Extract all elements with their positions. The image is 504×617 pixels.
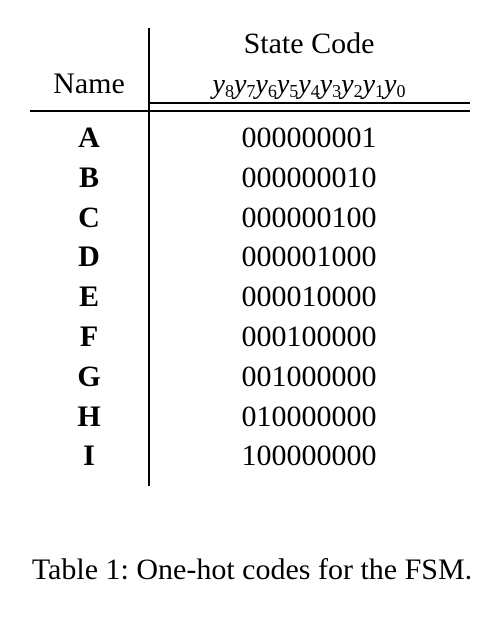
table-row: H 010000000 xyxy=(0,397,504,437)
table-row: I 100000000 xyxy=(0,436,504,476)
bit-header-4: y4 xyxy=(298,69,320,101)
table-row: G 001000000 xyxy=(0,357,504,397)
state-name: F xyxy=(79,319,99,353)
state-code: 010000000 xyxy=(241,399,377,433)
bit-header-1: y1 xyxy=(362,69,385,101)
state-name: I xyxy=(83,439,95,473)
state-code: 000000100 xyxy=(241,200,377,234)
one-hot-table: State Code Name y8y7y6y5y4y3y2y1y0 A 000… xyxy=(0,0,504,500)
state-name: H xyxy=(77,399,101,433)
bit-header-7: y7 xyxy=(233,69,256,101)
state-name: C xyxy=(78,200,100,234)
bit-header-0: y0 xyxy=(384,69,406,101)
state-code: 000001000 xyxy=(241,240,377,274)
state-name: G xyxy=(77,359,101,393)
state-code-header: State Code xyxy=(243,27,375,60)
bit-header-6: y6 xyxy=(255,69,277,101)
state-name: B xyxy=(78,160,99,194)
table-row: F 000100000 xyxy=(0,317,504,357)
bit-order-header: y8y7y6y5y4y3y2y1y0 xyxy=(148,68,470,108)
state-code: 000010000 xyxy=(241,280,377,314)
header-rule-full xyxy=(30,110,470,112)
state-code: 001000000 xyxy=(241,359,377,393)
state-name: E xyxy=(78,280,99,314)
table-row: D 000001000 xyxy=(0,237,504,277)
bit-header-5: y5 xyxy=(276,69,299,101)
state-code: 100000000 xyxy=(241,439,377,473)
state-name: D xyxy=(78,240,100,274)
state-code: 000100000 xyxy=(241,319,377,353)
state-code: 000000001 xyxy=(241,121,377,154)
table-body: A 000000001 B 000000010 C 000000100 D 00… xyxy=(0,118,504,476)
table-row: C 000000100 xyxy=(0,198,504,238)
table-caption: Table 1: One-hot codes for the FSM. xyxy=(31,553,473,586)
name-header: Name xyxy=(53,67,125,100)
table-row: E 000010000 xyxy=(0,277,504,317)
bit-header-2: y2 xyxy=(341,69,363,101)
table-row: B 000000010 xyxy=(0,158,504,198)
table-row: A 000000001 xyxy=(0,118,504,158)
bit-header-3: y3 xyxy=(319,69,342,101)
state-name: A xyxy=(78,121,100,154)
state-code: 000000010 xyxy=(241,160,377,194)
bit-header-8: y8 xyxy=(212,69,234,101)
